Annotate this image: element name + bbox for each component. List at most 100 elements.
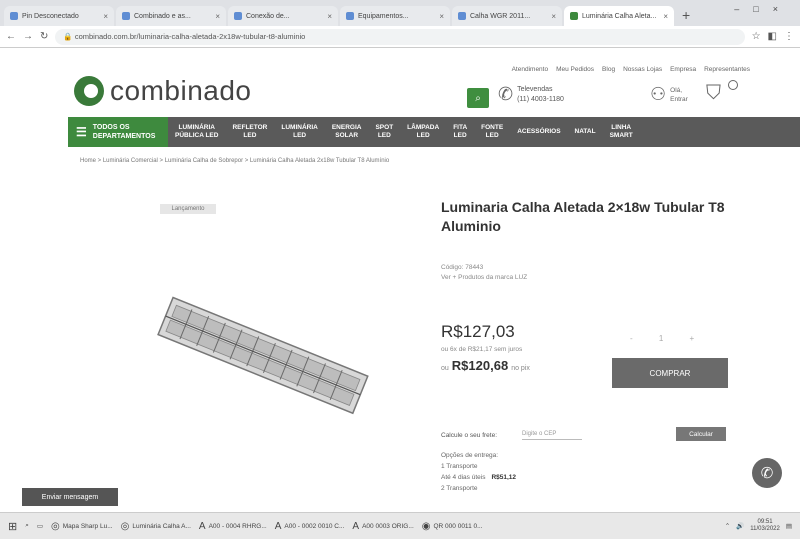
favicon-icon: [346, 12, 354, 20]
favicon-icon: [570, 12, 578, 20]
logo-mark-icon: [74, 76, 104, 106]
close-tab-icon[interactable]: ×: [215, 12, 220, 21]
acrobat-icon: A: [352, 520, 360, 532]
launch-badge: Lançamento: [160, 204, 216, 214]
nav-item[interactable]: LUMINÁRIA PÚBLICA LED: [168, 124, 225, 140]
taskbar: ⊞ ⌕ ▭ ◎ Mapa Sharp Lu... ◎ Luminária Calha…: [0, 512, 800, 539]
top-link[interactable]: Atendimento: [512, 66, 549, 73]
product-info: Código: 78443 Ver + Produtos da marca LU…: [441, 264, 528, 283]
taskbar-app[interactable]: A A00 0003 ORIG...: [352, 521, 413, 532]
taskbar-app[interactable]: ◎ Luminária Calha A...: [121, 521, 191, 532]
phone-contact[interactable]: ✆ Televendas (11) 4003-1180: [498, 84, 564, 105]
taskbar-app[interactable]: A A00 - 0004 RHRG...: [199, 521, 267, 532]
close-tab-icon[interactable]: ×: [551, 12, 556, 21]
top-link[interactable]: Empresa: [670, 66, 696, 73]
nav-item[interactable]: ENERGIA SOLAR: [325, 124, 369, 140]
top-link[interactable]: Meu Pedidos: [556, 66, 594, 73]
star-icon[interactable]: ☆: [752, 31, 761, 42]
shipping-option[interactable]: 2 Transporte: [441, 483, 516, 494]
user-icon: ⚇: [650, 84, 667, 104]
top-link[interactable]: Nossas Lojas: [623, 66, 662, 73]
taskbar-app[interactable]: A A00 - 0002 0010 C...: [275, 521, 345, 532]
close-tab-icon[interactable]: ×: [663, 12, 668, 21]
app-icon: ◉: [421, 520, 431, 532]
notifications-icon[interactable]: ▤: [786, 522, 792, 530]
cep-input[interactable]: Digite o CEP: [522, 428, 582, 440]
extension-icon[interactable]: ◧: [768, 31, 777, 42]
reload-icon[interactable]: ↻: [40, 31, 48, 42]
window-controls[interactable]: –□×: [734, 4, 792, 14]
url-field[interactable]: 🔒 combinado.com.br/luminaria-calha-aleta…: [55, 28, 745, 45]
favicon-icon: [234, 12, 242, 20]
search-taskbar-icon[interactable]: ⌕: [25, 522, 29, 530]
system-tray: ⌃ 🔊 09:51 11/03/2022 ▤: [725, 519, 792, 533]
shipping-results: Opções de entrega: 1 Transporte Até 4 di…: [441, 452, 517, 494]
chrome-icon: ◎: [120, 520, 130, 532]
product-price: R$127,03: [441, 322, 515, 341]
forward-icon[interactable]: →: [23, 31, 33, 42]
quantity-stepper[interactable]: - 1 +: [630, 334, 706, 343]
close-tab-icon[interactable]: ×: [103, 12, 108, 21]
favicon-icon: [458, 12, 466, 20]
menu-icon[interactable]: ⋮: [784, 31, 794, 42]
shipping-label: Calcule o seu frete:: [441, 432, 498, 439]
nav-item[interactable]: REFLETOR LED: [225, 124, 274, 140]
whatsapp-phone-icon: ✆: [498, 84, 514, 104]
whatsapp-icon[interactable]: ✆: [752, 458, 782, 488]
network-icon[interactable]: ⌃: [725, 522, 730, 530]
buy-button[interactable]: COMPRAR: [612, 358, 728, 388]
installments-text: ou 6x de R$21,17 sem juros: [441, 346, 523, 353]
brand-link[interactable]: Ver + Produtos da marca LUZ: [441, 273, 527, 283]
cart-icon[interactable]: ⛉: [706, 82, 721, 105]
new-tab-button[interactable]: +: [682, 7, 690, 23]
top-link[interactable]: Representantes: [704, 66, 750, 73]
account-link[interactable]: ⚇ Olá, Entrar: [650, 84, 688, 105]
windows-start-icon[interactable]: ⊞: [8, 520, 17, 533]
browser-tab[interactable]: Pin Desconectado ×: [4, 6, 114, 26]
calculate-shipping-button[interactable]: Calcular: [676, 427, 726, 441]
back-icon[interactable]: ←: [6, 31, 16, 42]
browser-tab[interactable]: Conexão de... ×: [228, 6, 338, 26]
close-tab-icon[interactable]: ×: [439, 12, 444, 21]
acrobat-icon: A: [274, 520, 282, 532]
browser-tab[interactable]: Calha WGR 2011... ×: [452, 6, 562, 26]
nav-item[interactable]: LUMINÁRIA LED: [274, 124, 324, 140]
lock-icon: 🔒: [63, 32, 75, 41]
nav-item[interactable]: SPOT LED: [368, 124, 400, 140]
product-image[interactable]: [150, 295, 375, 415]
favicon-icon: [10, 12, 18, 20]
chrome-icon: ◎: [51, 520, 60, 532]
favicon-icon: [122, 12, 130, 20]
browser-tab[interactable]: Combinado e as... ×: [116, 6, 226, 26]
volume-icon[interactable]: 🔊: [736, 522, 744, 530]
top-link[interactable]: Blog: [602, 66, 615, 73]
browser-tab-active[interactable]: Luminária Calha Aleta... ×: [564, 6, 674, 26]
all-departments-button[interactable]: ☰ TODOS OS DEPARTAMENTOS: [68, 117, 168, 147]
category-nav: ☰ TODOS OS DEPARTAMENTOS LUMINÁRIA PÚBLICA…: [68, 117, 800, 147]
browser-tab-bar: Pin Desconectado × Combinado e as... × Con…: [0, 0, 800, 26]
search-icon[interactable]: ⌕: [467, 88, 489, 108]
task-view-icon[interactable]: ▭: [37, 522, 43, 530]
send-message-button[interactable]: Enviar mensagem: [22, 488, 118, 506]
site-logo[interactable]: combinado: [74, 75, 251, 107]
taskbar-app[interactable]: ◎ Mapa Sharp Lu...: [51, 521, 113, 532]
taskbar-app[interactable]: ◉ QR 000 0011 0...: [422, 521, 483, 532]
clock[interactable]: 09:51 11/03/2022: [750, 519, 780, 533]
pix-price: ou R$120,68 no pix: [441, 358, 530, 373]
close-tab-icon[interactable]: ×: [327, 12, 332, 21]
nav-item[interactable]: FONTE LED: [474, 124, 510, 140]
hamburger-icon: ☰: [76, 124, 87, 139]
nav-item[interactable]: LÂMPADA LED: [400, 124, 446, 140]
top-links: Atendimento Meu Pedidos Blog Nossas Loja…: [512, 66, 750, 73]
browser-tab[interactable]: Equipamentos... ×: [340, 6, 450, 26]
nav-item[interactable]: ACESSÓRIOS: [510, 128, 567, 136]
cart-count-badge: [728, 80, 738, 90]
nav-item[interactable]: LINHA SMART: [603, 124, 640, 140]
nav-item[interactable]: NATAL: [568, 128, 603, 136]
nav-item[interactable]: FITA LED: [446, 124, 474, 140]
breadcrumb[interactable]: Home > Luminária Comercial > Luminária C…: [80, 158, 389, 164]
shipping-option[interactable]: 1 Transporte: [441, 461, 516, 472]
product-title: Luminaria Calha Aletada 2×18w Tubular T8…: [441, 199, 725, 234]
address-bar: ← → ↻ 🔒 combinado.com.br/luminaria-calha…: [0, 26, 800, 48]
acrobat-icon: A: [198, 520, 206, 532]
